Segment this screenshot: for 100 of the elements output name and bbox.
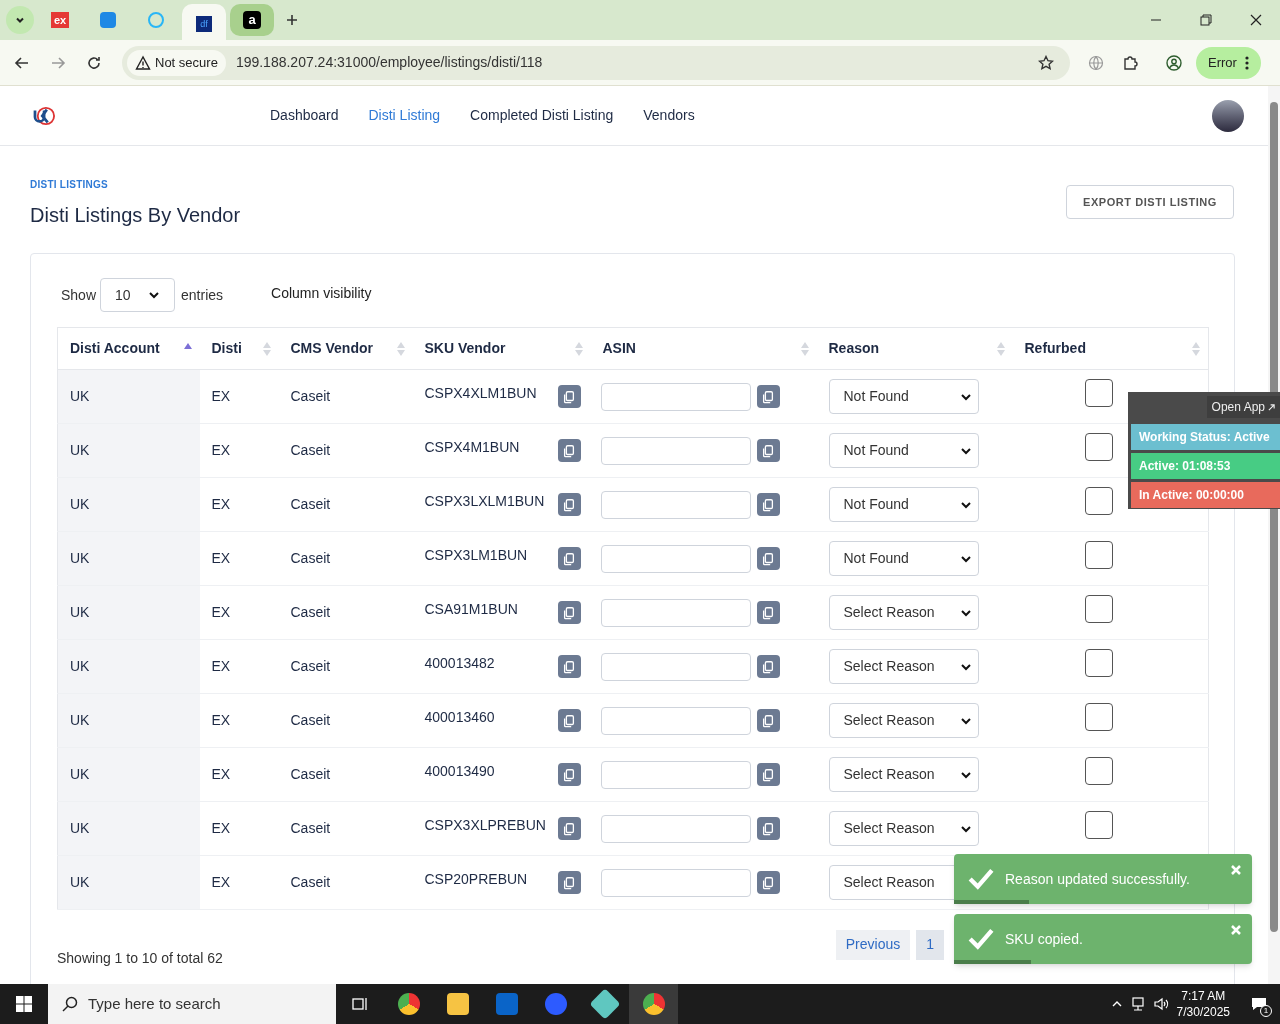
clock-date[interactable]: 7/30/2025: [1176, 1004, 1230, 1020]
copy-button[interactable]: [756, 493, 780, 516]
profile-error-button[interactable]: Error: [1196, 46, 1261, 79]
taskbar-search-field[interactable]: Type here to search: [48, 984, 336, 1024]
reload-icon[interactable]: [86, 54, 102, 71]
copy-button[interactable]: [557, 385, 581, 408]
column-header[interactable]: Disti Account: [57, 327, 200, 370]
copy-button[interactable]: [756, 439, 780, 462]
asin-input[interactable]: [600, 706, 751, 735]
copy-button[interactable]: [557, 439, 581, 462]
nav-link[interactable]: Completed Disti Listing: [470, 105, 614, 126]
asin-input[interactable]: [600, 490, 751, 519]
reason-select[interactable]: Select Reason: [828, 595, 979, 630]
reason-select[interactable]: Not Found: [828, 487, 979, 522]
copy-button[interactable]: [557, 709, 581, 732]
table-cell: UK: [57, 855, 200, 910]
asin-input[interactable]: [600, 544, 751, 573]
copy-button[interactable]: [756, 871, 780, 894]
copy-button[interactable]: [557, 493, 581, 516]
asin-input[interactable]: [600, 868, 751, 897]
task-view-icon[interactable]: [352, 996, 368, 1012]
reason-select[interactable]: Select Reason: [828, 811, 979, 846]
account-icon[interactable]: [1166, 54, 1182, 71]
copy-button[interactable]: [557, 547, 581, 570]
asin-input[interactable]: [600, 598, 751, 627]
refurbed-checkbox[interactable]: [1084, 432, 1113, 461]
close-icon[interactable]: [1250, 14, 1262, 26]
refurbed-checkbox[interactable]: [1084, 486, 1113, 515]
nav-link[interactable]: Vendors: [643, 105, 695, 126]
column-header[interactable]: ASIN: [590, 327, 817, 370]
asin-input[interactable]: [600, 652, 751, 681]
copy-icon: [562, 497, 576, 512]
asin-input[interactable]: [600, 814, 751, 843]
entries-label: entries: [181, 285, 224, 305]
previous-button[interactable]: Previous: [835, 929, 911, 960]
copy-button[interactable]: [756, 763, 780, 786]
notifications-button[interactable]: 1: [1248, 993, 1270, 1015]
windows-logo-icon[interactable]: [16, 996, 32, 1012]
star-icon[interactable]: [1038, 54, 1054, 71]
copy-button[interactable]: [756, 385, 780, 408]
back-icon[interactable]: [14, 54, 30, 71]
reason-select[interactable]: Not Found: [828, 379, 979, 414]
forward-icon[interactable]: [50, 54, 66, 71]
column-visibility-button[interactable]: Column visibility: [271, 282, 372, 304]
open-app-link[interactable]: Open App: [1206, 396, 1280, 418]
sku-text: CSP20PREBUN: [424, 870, 528, 889]
export-button[interactable]: EXPORT DISTI LISTING: [1066, 185, 1234, 219]
browser-tab[interactable]: ex: [38, 4, 82, 36]
nav-link[interactable]: Dashboard: [270, 105, 339, 126]
site-icon: df: [196, 16, 212, 32]
asin-input[interactable]: [600, 760, 751, 789]
sku-text: 400013460: [424, 708, 495, 727]
puzzle-icon[interactable]: [1122, 54, 1138, 71]
browser-tab[interactable]: a: [230, 4, 274, 36]
refurbed-checkbox[interactable]: [1084, 756, 1113, 785]
sku-text: CSA91M1BUN: [424, 600, 518, 619]
asin-input[interactable]: [600, 382, 751, 411]
refurbed-checkbox[interactable]: [1084, 594, 1113, 623]
security-chip[interactable]: Not secure: [127, 49, 226, 76]
reason-select[interactable]: Select Reason: [828, 757, 979, 792]
sku-text: CSPX3LM1BUN: [424, 546, 528, 565]
new-tab-icon[interactable]: [286, 14, 298, 26]
refurbed-checkbox[interactable]: [1084, 378, 1113, 407]
network-icon[interactable]: [1130, 996, 1147, 1012]
logo-icon[interactable]: [32, 105, 58, 126]
copy-button[interactable]: [557, 763, 581, 786]
refurbed-checkbox[interactable]: [1084, 810, 1113, 839]
clock-time[interactable]: 7:17 AM: [1181, 988, 1226, 1004]
copy-button[interactable]: [756, 601, 780, 624]
page-button[interactable]: 1: [916, 929, 944, 960]
refurbed-checkbox[interactable]: [1084, 648, 1113, 677]
reason-select[interactable]: Select Reason: [828, 649, 979, 684]
reason-select[interactable]: Not Found: [828, 433, 979, 468]
entries-select[interactable]: 10: [100, 278, 176, 312]
restore-icon[interactable]: [1200, 14, 1212, 26]
column-header[interactable]: CMS Vendor: [278, 327, 413, 370]
column-header[interactable]: SKU Vendor: [412, 327, 591, 370]
tab-search-button[interactable]: [6, 6, 34, 34]
column-header[interactable]: Reason: [816, 327, 1013, 370]
copy-button[interactable]: [756, 655, 780, 678]
globe-icon[interactable]: [1088, 54, 1104, 71]
column-header[interactable]: Refurbed: [1012, 327, 1209, 370]
refurbed-checkbox[interactable]: [1084, 540, 1113, 569]
copy-button[interactable]: [557, 871, 581, 894]
nav-link[interactable]: Disti Listing: [368, 105, 441, 126]
copy-button[interactable]: [756, 547, 780, 570]
reason-select[interactable]: Select Reason: [828, 703, 979, 738]
copy-button[interactable]: [756, 817, 780, 840]
copy-button[interactable]: [557, 817, 581, 840]
reason-select[interactable]: Not Found: [828, 541, 979, 576]
copy-button[interactable]: [557, 655, 581, 678]
refurbed-checkbox[interactable]: [1084, 702, 1113, 731]
working-status-bar: Working Status: Active: [1131, 424, 1280, 450]
copy-button[interactable]: [557, 601, 581, 624]
column-header[interactable]: Disti: [199, 327, 279, 370]
speaker-icon[interactable]: [1152, 996, 1169, 1012]
address-bar[interactable]: Not secure 199.188.207.24:31000/employee/listings/disti/118: [122, 45, 1070, 80]
copy-button[interactable]: [756, 709, 780, 732]
asin-input[interactable]: [600, 436, 751, 465]
avatar[interactable]: [1212, 99, 1244, 132]
